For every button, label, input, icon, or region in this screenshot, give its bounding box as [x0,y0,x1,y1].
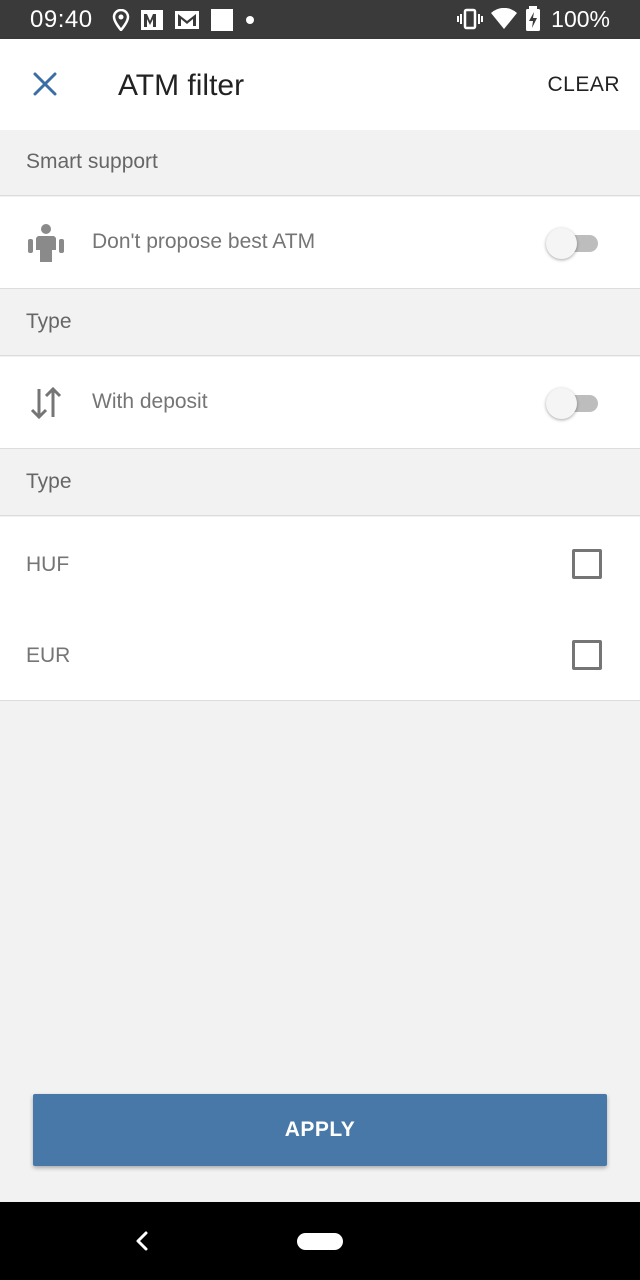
option-label: Don't propose best ATM [92,230,316,253]
dot-icon [246,16,254,24]
close-icon [33,72,57,96]
toggle-thumb [546,388,577,419]
currency-row-huf[interactable]: HUF [0,517,640,609]
option-row-with-deposit[interactable]: With deposit [0,357,640,449]
system-icons: 100% [457,6,610,32]
apply-button[interactable]: APPLY [33,1094,607,1166]
clear-button[interactable]: CLEAR [547,73,620,97]
with-deposit-toggle[interactable] [546,388,598,419]
best-atm-toggle[interactable] [546,228,598,259]
toggle-thumb [546,228,577,259]
wifi-icon [491,8,518,29]
option-label: With deposit [92,390,208,413]
currency-label: EUR [26,644,71,667]
photos-icon [141,10,163,30]
navigation-bar [0,1202,640,1280]
section-header-smart-support: Smart support [0,130,640,196]
section-header-currency-type: Type [0,450,640,516]
vibrate-icon [457,8,484,30]
huf-checkbox[interactable] [572,549,602,579]
section-header-type: Type [0,290,640,356]
status-bar: 09:40 100% [0,0,640,39]
back-icon[interactable] [128,1226,156,1256]
page-title: ATM filter [118,69,245,102]
currency-row-eur[interactable]: EUR [0,608,640,700]
option-row-best-atm[interactable]: Don't propose best ATM [0,197,640,289]
swap-vertical-icon [30,386,62,420]
currency-label: HUF [26,553,70,576]
app-bar: ATM filter CLEAR [0,39,640,130]
location-icon [112,9,130,31]
notification-icons [112,8,256,32]
close-button[interactable] [24,63,66,105]
status-time: 09:40 [30,6,93,33]
gmail-icon [175,11,199,29]
section-title: Smart support [26,150,158,173]
section-title: Type [26,470,72,493]
home-pill[interactable] [297,1233,343,1250]
eur-checkbox[interactable] [572,640,602,670]
battery-charging-icon [526,6,541,31]
section-title: Type [26,310,72,333]
battery-percentage: 100% [551,5,610,32]
square-icon [211,9,233,31]
currency-list: HUF EUR [0,517,640,701]
person-icon [28,224,64,262]
